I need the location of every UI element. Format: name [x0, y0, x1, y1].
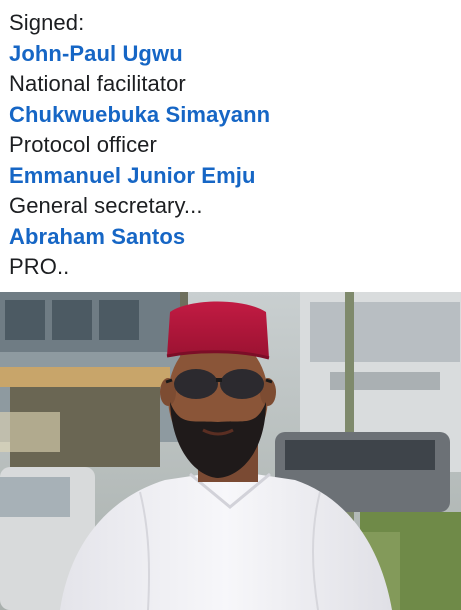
sunglasses-right-lens: [220, 369, 264, 399]
man-portrait-image: [0, 292, 461, 610]
signatory-name-3[interactable]: Emmanuel Junior Emju: [9, 161, 461, 192]
signed-label: Signed:: [9, 10, 85, 35]
post-photo[interactable]: [0, 292, 461, 610]
signatory-role-2: Protocol officer: [9, 132, 157, 157]
signatory-name-1[interactable]: John-Paul Ugwu: [9, 39, 461, 70]
red-cap: [167, 301, 269, 358]
signatory-role-4: PRO..: [9, 254, 70, 279]
building-canopy: [0, 367, 170, 387]
signatory-role-3: General secretary...: [9, 193, 203, 218]
signatory-name-2[interactable]: Chukwuebuka Simayann: [9, 100, 461, 131]
post-text: Signed: John-Paul Ugwu National facilita…: [0, 0, 461, 292]
sunglasses-left-lens: [174, 369, 218, 399]
signatory-role-1: National facilitator: [9, 71, 186, 96]
signatory-name-4[interactable]: Abraham Santos: [9, 222, 461, 253]
